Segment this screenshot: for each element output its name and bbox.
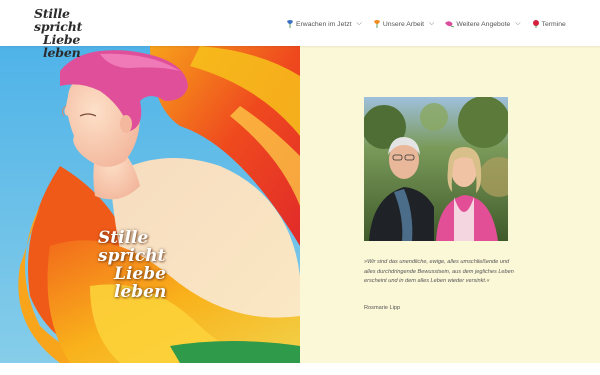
nav-label-weitere-angebote: Weitere Angebote xyxy=(456,20,511,28)
flower-blue-icon xyxy=(287,20,293,28)
quote-text: »Wir sind das unendliche, ewige, alles u… xyxy=(364,259,514,285)
flower-pink-icon xyxy=(445,21,455,28)
logo-line-2: Liebe leben xyxy=(43,32,81,60)
nav-label-unsere-arbeit: Unsere Arbeit xyxy=(382,20,425,28)
portrait-image xyxy=(364,97,508,241)
couple-photo xyxy=(364,97,508,241)
flower-orange-icon xyxy=(373,20,380,28)
chevron-down-icon: ⌵ xyxy=(429,20,435,27)
nav-item-unsere-arbeit[interactable]: Unsere Arbeit ⌵ xyxy=(373,20,435,28)
woman-painting-image xyxy=(0,46,300,363)
flower-red-icon xyxy=(532,20,539,28)
chevron-down-icon: ⌵ xyxy=(356,20,362,27)
hero-painting: Stille spricht Liebe leben xyxy=(0,46,300,363)
nav-label-termine: Termine xyxy=(541,20,566,28)
hero-title-line-2: Liebe leben xyxy=(114,264,167,302)
nav-item-erwachen[interactable]: Erwachen im Jetzt ⌵ xyxy=(286,20,362,28)
nav-item-termine[interactable]: Termine xyxy=(532,20,566,28)
quote-author: Rosmarie Lipp xyxy=(364,305,401,311)
logo-line-1: Stille spricht xyxy=(34,6,83,34)
main-navigation: Erwachen im Jetzt ⌵ Unsere Arbeit ⌵ Weit… xyxy=(286,17,577,31)
page-bottom-strip xyxy=(0,363,600,375)
hero-title-line-1: Stille spricht xyxy=(98,228,166,266)
site-logo[interactable]: Stille spricht Liebe leben xyxy=(34,7,114,59)
chevron-down-icon: ⌵ xyxy=(515,20,521,27)
nav-item-weitere-angebote[interactable]: Weitere Angebote ⌵ xyxy=(445,20,521,28)
nav-label-erwachen: Erwachen im Jetzt xyxy=(296,20,352,28)
hero-title: Stille spricht Liebe leben xyxy=(98,229,208,301)
site-header: Stille spricht Liebe leben Erwachen im J… xyxy=(0,0,600,59)
intro-panel: »Wir sind das unendliche, ewige, alles u… xyxy=(300,46,600,363)
